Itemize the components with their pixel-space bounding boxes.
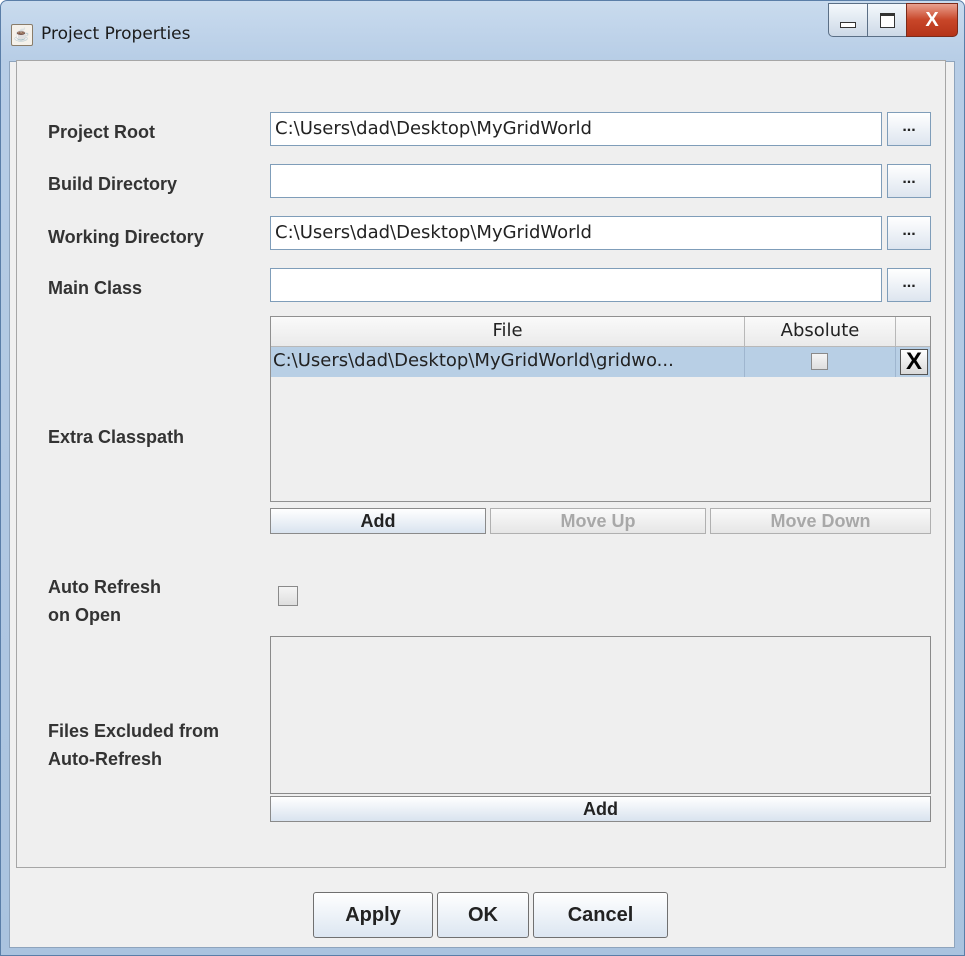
move-up-button[interactable]: Move Up bbox=[490, 508, 706, 534]
working-directory-browse-button[interactable]: ... bbox=[887, 216, 931, 250]
classpath-table: File Absolute C:\Users\dad\Desktop\MyGri… bbox=[270, 316, 931, 502]
close-icon: X bbox=[925, 8, 939, 31]
main-class-field[interactable] bbox=[270, 268, 882, 302]
excluded-files-label-line1: Files Excluded from bbox=[48, 721, 220, 741]
main-class-label: Main Class bbox=[48, 278, 143, 298]
minimize-icon bbox=[840, 22, 856, 28]
project-root-label: Project Root bbox=[48, 122, 156, 142]
maximize-button[interactable] bbox=[867, 3, 907, 37]
classpath-add-button[interactable]: Add bbox=[270, 508, 486, 534]
ok-button[interactable]: OK bbox=[437, 892, 529, 938]
auto-refresh-checkbox[interactable] bbox=[278, 586, 298, 606]
auto-refresh-label-line1: Auto Refresh bbox=[48, 577, 162, 597]
table-row[interactable]: C:\Users\dad\Desktop\MyGridWorld\gridwo.… bbox=[271, 347, 930, 377]
remove-entry-button[interactable]: X bbox=[900, 349, 928, 375]
window-title: Project Properties bbox=[41, 24, 191, 44]
main-class-browse-button[interactable]: ... bbox=[887, 268, 931, 302]
project-root-browse-button[interactable]: ... bbox=[887, 112, 931, 146]
excluded-files-label: Files Excluded from Auto-Refresh bbox=[48, 720, 219, 770]
excluded-add-button[interactable]: Add bbox=[270, 796, 931, 822]
classpath-file-cell[interactable]: C:\Users\dad\Desktop\MyGridWorld\gridwo.… bbox=[271, 347, 745, 377]
working-directory-label: Working Directory bbox=[48, 227, 204, 247]
close-button[interactable]: X bbox=[906, 3, 958, 37]
cancel-button[interactable]: Cancel bbox=[533, 892, 668, 938]
build-directory-field[interactable] bbox=[270, 164, 882, 198]
build-directory-browse-button[interactable]: ... bbox=[887, 164, 931, 198]
title-bar[interactable]: ☕ Project Properties X bbox=[1, 1, 964, 61]
auto-refresh-label-line2: on Open bbox=[48, 605, 121, 625]
extra-classpath-label: Extra Classpath bbox=[48, 427, 185, 447]
excluded-files-list[interactable] bbox=[270, 636, 931, 794]
project-root-field[interactable]: C:\Users\dad\Desktop\MyGridWorld bbox=[270, 112, 882, 146]
apply-button[interactable]: Apply bbox=[313, 892, 433, 938]
absolute-cell[interactable] bbox=[745, 347, 896, 377]
absolute-checkbox[interactable] bbox=[811, 353, 828, 370]
maximize-icon bbox=[879, 12, 895, 28]
file-column-header[interactable]: File bbox=[271, 317, 745, 347]
remove-column-header[interactable] bbox=[896, 317, 930, 347]
absolute-column-header[interactable]: Absolute bbox=[745, 317, 896, 347]
java-cup-icon: ☕ bbox=[11, 24, 33, 46]
excluded-files-label-line2: Auto-Refresh bbox=[48, 749, 163, 769]
build-directory-label: Build Directory bbox=[48, 174, 178, 194]
working-directory-field[interactable]: C:\Users\dad\Desktop\MyGridWorld bbox=[270, 216, 882, 250]
move-down-button[interactable]: Move Down bbox=[710, 508, 931, 534]
minimize-button[interactable] bbox=[828, 3, 868, 37]
auto-refresh-label: Auto Refresh on Open bbox=[48, 576, 161, 626]
